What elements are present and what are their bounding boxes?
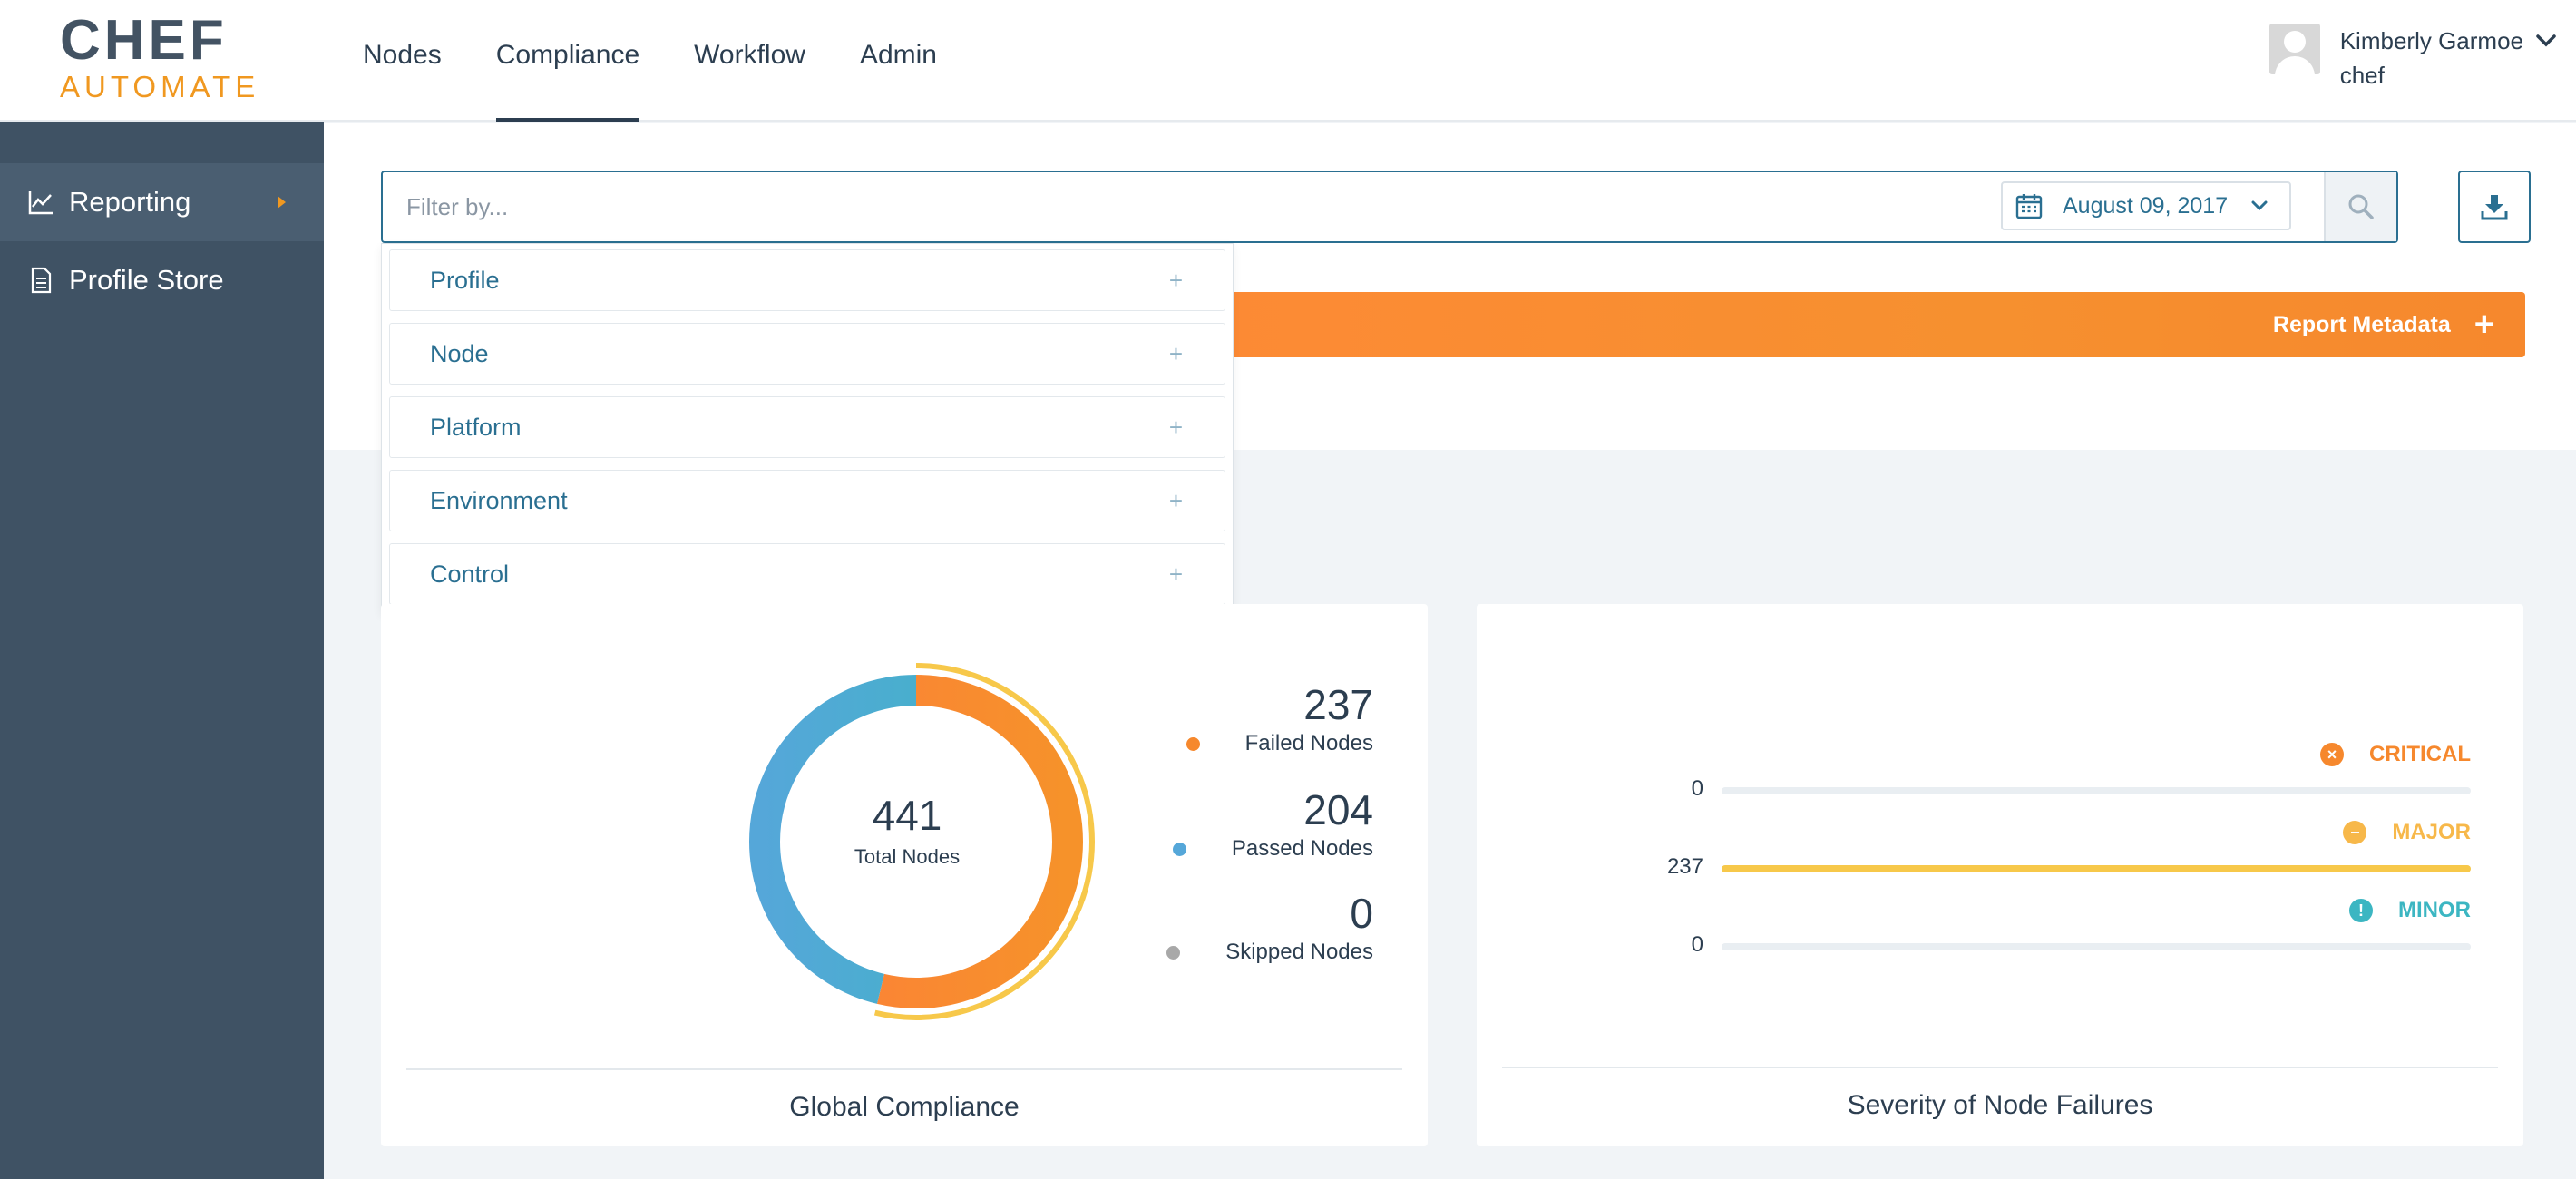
severity-major-label: − MAJOR [2343,820,2471,845]
filter-option-label: Profile [430,266,500,294]
legend-skipped: 0 Skipped Nodes [1166,889,1373,967]
report-metadata-label: Report Metadata [2272,311,2451,337]
sidebar-item-label: Profile Store [69,264,224,296]
legend-label-skipped: Skipped Nodes [1166,938,1373,967]
user-info: Kimberly Garmoe chef [2340,24,2523,93]
user-menu[interactable]: Kimberly Garmoe chef [2269,24,2556,93]
global-compliance-title: Global Compliance [789,1092,1020,1122]
report-metadata-bar[interactable]: Report Metadata + [1179,292,2525,357]
donut-outer-ring-failed [737,663,1095,1020]
logo-chef-text: CHEF [60,9,228,72]
filter-search-bar: August 09, 2017 [381,171,2398,243]
sidebar-item-profile-store[interactable]: Profile Store [0,241,324,319]
sidebar: Reporting Profile Store [0,122,324,1179]
major-bar-fill [1722,865,2471,872]
nav-compliance[interactable]: Compliance [495,0,640,122]
plus-icon: + [1168,266,1183,294]
filter-option-platform[interactable]: Platform + [389,396,1225,458]
top-header: CHEF AUTOMATE Nodes Compliance Workflow … [0,0,2576,122]
plus-icon: + [1168,339,1183,367]
critical-x-icon: × [2320,743,2345,766]
filter-option-node[interactable]: Node + [389,323,1225,385]
filter-option-profile[interactable]: Profile + [389,249,1225,311]
search-icon [2348,194,2374,219]
date-picker[interactable]: August 09, 2017 [2001,181,2291,230]
critical-bar-track [1722,787,2471,794]
plus-icon: + [1168,413,1183,441]
global-compliance-card: 441 Total Nodes 237 Failed Nodes 204 Pas… [381,604,1428,1146]
legend-label-passed: Passed Nodes [1172,834,1373,863]
caret-right-icon [278,196,286,209]
nav-workflow[interactable]: Workflow [694,0,805,122]
filter-option-control[interactable]: Control + [389,543,1225,605]
main-nav: Nodes Compliance Workflow Admin [363,0,991,122]
passed-nodes-value: 204 [1303,786,1373,833]
download-button[interactable] [2458,171,2531,243]
plus-icon: + [2474,306,2494,344]
nav-nodes[interactable]: Nodes [363,0,442,122]
skipped-nodes-value: 0 [1350,890,1373,937]
minor-bar-track [1722,943,2471,950]
calendar-icon [2015,194,2043,219]
major-bar-track [1722,865,2471,872]
minor-value: 0 [1691,932,1703,957]
filter-option-label: Node [430,339,489,367]
minor-exclamation-icon: ! [2349,899,2373,922]
severity-minor-label: ! MINOR [2349,898,2471,923]
avatar [2269,24,2320,74]
total-nodes-value: 441 [872,792,942,839]
plus-icon: + [1168,486,1183,514]
chef-automate-logo[interactable]: CHEF AUTOMATE [60,13,256,103]
user-org: chef [2339,62,2385,89]
date-picker-value: August 09, 2017 [2063,192,2229,219]
legend-label-failed: Failed Nodes [1186,729,1373,758]
card-divider [406,1068,1402,1070]
chevron-down-icon [2251,200,2268,211]
document-icon [31,267,52,294]
legend-failed: 237 Failed Nodes [1186,680,1373,758]
compliance-donut-chart [737,663,1095,1020]
major-minus-icon: − [2343,821,2367,844]
download-icon [2481,195,2508,220]
failed-dot [1186,736,1200,751]
failed-nodes-label: Failed Nodes [1244,731,1373,755]
search-input[interactable] [406,172,1948,241]
filter-dropdown: Profile + Node + Platform + Environment … [381,243,1234,613]
critical-text: CRITICAL [2369,742,2471,766]
severity-card: × CRITICAL 0 − MAJOR 237 ! MINOR 0 Sever… [1477,604,2523,1146]
passed-dot [1172,842,1186,856]
chart-line-icon [28,191,53,215]
nav-admin[interactable]: Admin [860,0,937,122]
major-text: MAJOR [2392,820,2471,844]
minor-text: MINOR [2398,898,2471,922]
total-nodes-label: Total Nodes [854,845,961,868]
failed-nodes-value: 237 [1303,681,1373,728]
plus-icon: + [1168,560,1183,588]
skipped-nodes-label: Skipped Nodes [1225,940,1373,964]
user-name: Kimberly Garmoe [2339,27,2523,54]
legend-passed: 204 Passed Nodes [1172,785,1373,863]
filter-option-label: Control [430,560,510,588]
card-divider [1502,1067,2498,1068]
passed-nodes-label: Passed Nodes [1231,836,1373,861]
severity-critical-label: × CRITICAL [2320,742,2471,767]
filter-option-label: Environment [430,486,568,514]
chevron-down-icon[interactable] [2536,34,2556,47]
sidebar-item-label: Reporting [69,186,191,218]
filter-option-environment[interactable]: Environment + [389,470,1225,531]
major-value: 237 [1666,854,1703,879]
search-button[interactable] [2324,172,2396,241]
skipped-dot [1166,945,1181,960]
sidebar-item-reporting[interactable]: Reporting [0,163,324,241]
logo-automate-text: AUTOMATE [60,70,260,103]
severity-title: Severity of Node Failures [1847,1090,2153,1120]
filter-option-label: Platform [430,413,522,441]
critical-value: 0 [1691,776,1703,801]
